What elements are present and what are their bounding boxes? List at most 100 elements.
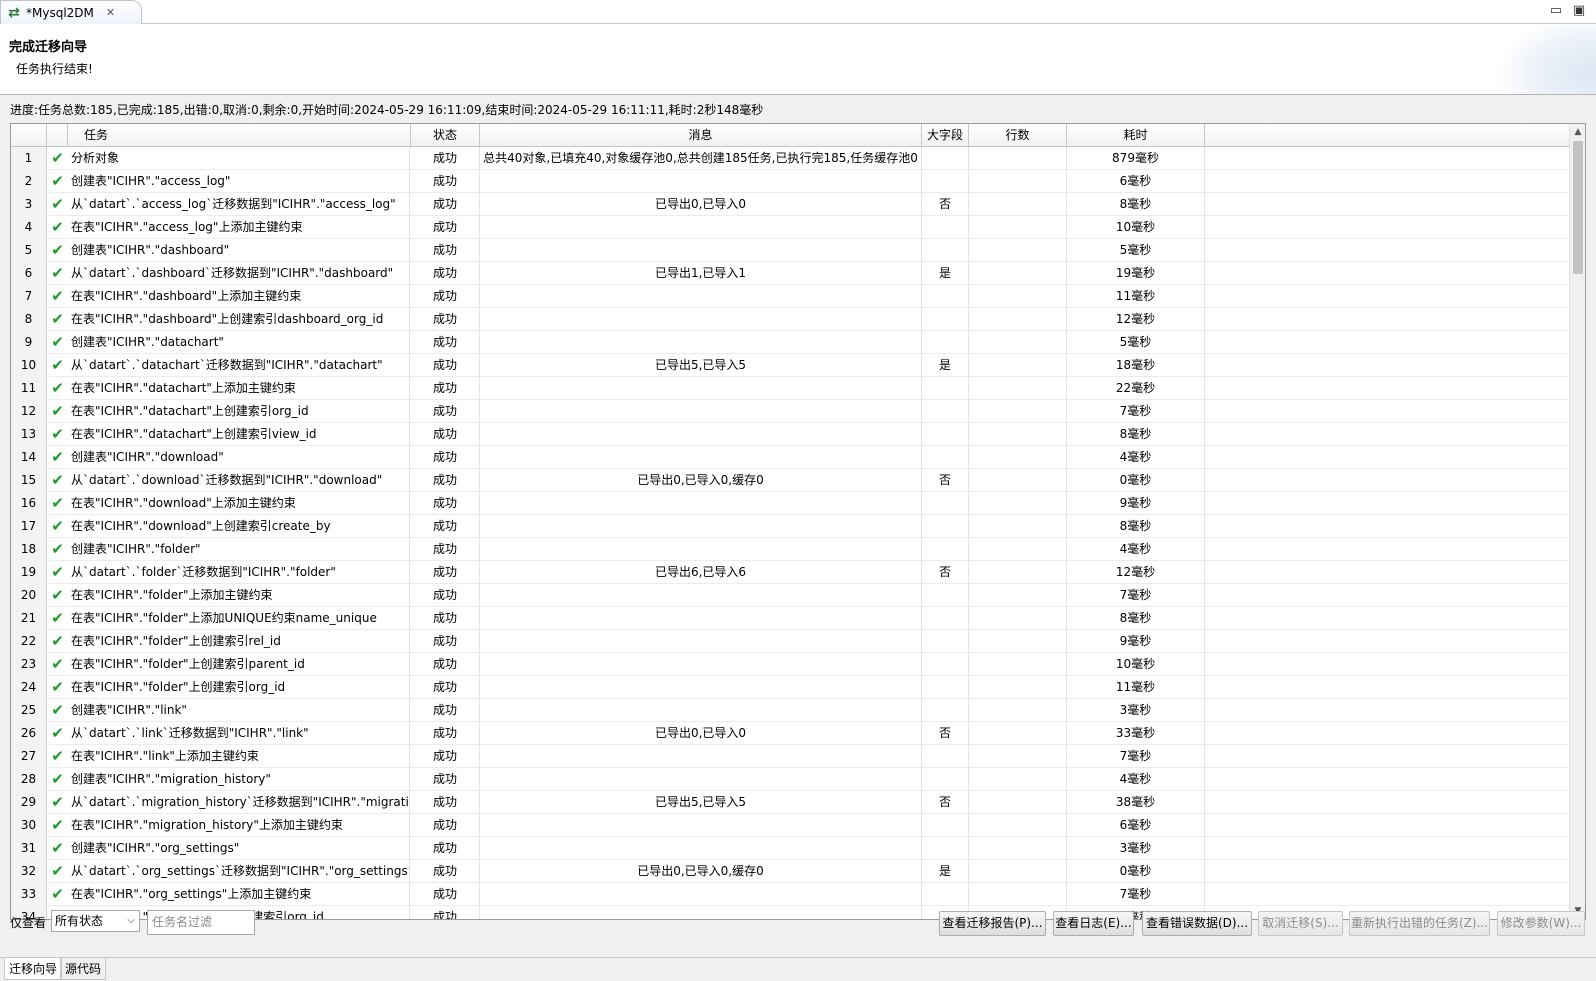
task-cell: 创建表"ICIHR"."datachart" (71, 331, 410, 354)
row-number: 22 (11, 630, 47, 653)
cancel-migration-button[interactable]: 取消迁移(S)... (1258, 911, 1343, 936)
table-row[interactable]: 26 ✔ 从`datart`.`link`迁移数据到"ICIHR"."link" 成功… (11, 722, 1570, 745)
col-header-rows[interactable]: 行数 (969, 124, 1067, 146)
table-row[interactable]: 30 ✔ 在表"ICIHR"."migration_history"上添加主键约束成… (11, 814, 1570, 837)
status-cell: 成功 (411, 446, 480, 469)
table-row[interactable]: 17 ✔ 在表"ICIHR"."download"上创建索引create_by 成功 8… (11, 515, 1570, 538)
table-row[interactable]: 27 ✔ 在表"ICIHR"."link"上添加主键约束 成功 7毫秒 (11, 745, 1570, 768)
table-row[interactable]: 12 ✔ 在表"ICIHR"."datachart"上创建索引org_id 成功 7毫秒 (11, 400, 1570, 423)
success-check-icon: ✔ (51, 264, 64, 282)
table-row[interactable]: 6 ✔ 从`datart`.`dashboard`迁移数据到"ICIHR"."das… (11, 262, 1570, 285)
time-cell: 5毫秒 (1067, 239, 1205, 262)
time-cell: 6毫秒 (1067, 814, 1205, 837)
table-row[interactable]: 22 ✔ 在表"ICIHR"."folder"上创建索引rel_id 成功 9毫秒 (11, 630, 1570, 653)
table-row[interactable]: 2 ✔ 创建表"ICIHR"."access_log" 成功 6毫秒 (11, 170, 1570, 193)
table-row[interactable]: 3 ✔ 从`datart`.`access_log`迁移数据到"ICIHR"."ac… (11, 193, 1570, 216)
row-number: 6 (11, 262, 47, 285)
table-row[interactable]: 28 ✔ 创建表"ICIHR"."migration_history" 成功 4毫秒 (11, 768, 1570, 791)
task-name-filter-input[interactable]: 任务名过滤 (147, 910, 255, 935)
status-select[interactable]: 所有状态 ⌵ (51, 910, 140, 932)
table-row[interactable]: 10 ✔ 从`datart`.`datachart`迁移数据到"ICIHR"."da… (11, 354, 1570, 377)
time-cell: 38毫秒 (1067, 791, 1205, 814)
task-cell: 从`datart`.`access_log`迁移数据到"ICIHR"."acce… (71, 193, 410, 216)
table-row[interactable]: 31 ✔ 创建表"ICIHR"."org_settings" 成功 3毫秒 (11, 837, 1570, 860)
lob-cell: 否 (922, 791, 969, 814)
scroll-up-icon[interactable]: ▲ (1570, 124, 1585, 140)
time-cell: 5毫秒 (1067, 331, 1205, 354)
tab-migration-wizard[interactable]: 迁移向导 (4, 958, 63, 980)
table-row[interactable]: 33 ✔ 在表"ICIHR"."org_settings"上添加主键约束 成功 7毫秒 (11, 883, 1570, 906)
table-row[interactable]: 20 ✔ 在表"ICIHR"."folder"上添加主键约束 成功 7毫秒 (11, 584, 1570, 607)
lob-cell (922, 676, 969, 699)
task-cell: 创建表"ICIHR"."migration_history" (71, 768, 410, 791)
status-cell: 成功 (411, 239, 480, 262)
table-row[interactable]: 15 ✔ 从`datart`.`download`迁移数据到"ICIHR"."dow… (11, 469, 1570, 492)
col-header-time[interactable]: 耗时 (1067, 124, 1205, 146)
time-cell: 10毫秒 (1067, 216, 1205, 239)
close-icon[interactable]: ✕ (106, 6, 115, 19)
lob-cell (922, 239, 969, 262)
scrollbar-thumb[interactable] (1573, 141, 1583, 274)
table-row[interactable]: 8 ✔ 在表"ICIHR"."dashboard"上创建索引dashboard_or… (11, 308, 1570, 331)
view-log-button[interactable]: 查看日志(E)... (1053, 911, 1134, 936)
table-row[interactable]: 9 ✔ 创建表"ICIHR"."datachart" 成功 5毫秒 (11, 331, 1570, 354)
minimize-icon[interactable]: ▭ (1547, 2, 1565, 20)
lob-cell: 是 (922, 860, 969, 883)
row-number: 4 (11, 216, 47, 239)
table-row[interactable]: 29 ✔ 从`datart`.`migration_history`迁移数据到"IC… (11, 791, 1570, 814)
status-cell: 成功 (411, 814, 480, 837)
table-row[interactable]: 7 ✔ 在表"ICIHR"."dashboard"上添加主键约束 成功 11毫秒 (11, 285, 1570, 308)
table-row[interactable]: 1 ✔ 分析对象 成功 总共40对象,已填充40,对象缓存池0,总共创建185任务,已执… (11, 147, 1570, 170)
rows-cell (969, 814, 1067, 837)
view-report-button[interactable]: 查看迁移报告(P)... (939, 911, 1046, 936)
message-cell (480, 814, 922, 837)
message-cell (480, 377, 922, 400)
time-cell: 4毫秒 (1067, 768, 1205, 791)
table-row[interactable]: 24 ✔ 在表"ICIHR"."folder"上创建索引org_id 成功 11毫秒 (11, 676, 1570, 699)
status-cell: 成功 (411, 745, 480, 768)
table-row[interactable]: 13 ✔ 在表"ICIHR"."datachart"上创建索引view_id 成功 8毫… (11, 423, 1570, 446)
time-cell: 6毫秒 (1067, 170, 1205, 193)
table-row[interactable]: 18 ✔ 创建表"ICIHR"."folder" 成功 4毫秒 (11, 538, 1570, 561)
editor-tab-mysql2dm[interactable]: ⇄ *Mysql2DM ✕ (0, 0, 142, 24)
status-cell: 成功 (411, 216, 480, 239)
status-cell: 成功 (411, 469, 480, 492)
row-number: 29 (11, 791, 47, 814)
col-header-task[interactable]: 任务 (68, 124, 411, 146)
tab-source-code[interactable]: 源代码 (60, 958, 107, 980)
table-row[interactable]: 16 ✔ 在表"ICIHR"."download"上添加主键约束 成功 9毫秒 (11, 492, 1570, 515)
message-cell: 总共40对象,已填充40,对象缓存池0,总共创建185任务,已执行完185,任务… (480, 147, 922, 170)
table-row[interactable]: 23 ✔ 在表"ICIHR"."folder"上创建索引parent_id 成功 10毫… (11, 653, 1570, 676)
col-header-num[interactable] (11, 124, 47, 146)
col-header-message[interactable]: 消息 (480, 124, 922, 146)
success-check-icon: ✔ (51, 678, 64, 696)
table-row[interactable]: 25 ✔ 创建表"ICIHR"."link" 成功 3毫秒 (11, 699, 1570, 722)
table-row[interactable]: 11 ✔ 在表"ICIHR"."datachart"上添加主键约束 成功 22毫秒 (11, 377, 1570, 400)
col-header-lob[interactable]: 大字段 (922, 124, 969, 146)
rerun-failed-tasks-button[interactable]: 重新执行出错的任务(Z)... (1349, 911, 1490, 936)
table-row[interactable]: 14 ✔ 创建表"ICIHR"."download" 成功 4毫秒 (11, 446, 1570, 469)
rows-cell (969, 285, 1067, 308)
rows-cell (969, 584, 1067, 607)
col-header-status[interactable]: 状态 (411, 124, 480, 146)
message-cell (480, 170, 922, 193)
rows-cell (969, 860, 1067, 883)
lob-cell (922, 423, 969, 446)
lob-cell (922, 699, 969, 722)
col-header-icon[interactable] (47, 124, 68, 146)
message-cell (480, 216, 922, 239)
modify-params-button[interactable]: 修改参数(W)... (1497, 911, 1585, 936)
table-row[interactable]: 19 ✔ 从`datart`.`folder`迁移数据到"ICIHR"."folde… (11, 561, 1570, 584)
status-cell: 成功 (411, 607, 480, 630)
table-row[interactable]: 21 ✔ 在表"ICIHR"."folder"上添加UNIQUE约束name_uni… (11, 607, 1570, 630)
lob-cell (922, 492, 969, 515)
table-row[interactable]: 5 ✔ 创建表"ICIHR"."dashboard" 成功 5毫秒 (11, 239, 1570, 262)
table-row[interactable]: 4 ✔ 在表"ICIHR"."access_log"上添加主键约束 成功 10毫秒 (11, 216, 1570, 239)
view-error-data-button[interactable]: 查看错误数据(D)... (1142, 911, 1252, 936)
success-check-icon: ✔ (51, 563, 64, 581)
table-row[interactable]: 32 ✔ 从`datart`.`org_settings`迁移数据到"ICIHR".… (11, 860, 1570, 883)
maximize-icon[interactable]: ▣ (1570, 2, 1588, 20)
vertical-scrollbar[interactable]: ▲ ▼ (1569, 124, 1585, 919)
rows-cell (969, 768, 1067, 791)
task-cell: 在表"ICIHR"."folder"上创建索引parent_id (71, 653, 410, 676)
